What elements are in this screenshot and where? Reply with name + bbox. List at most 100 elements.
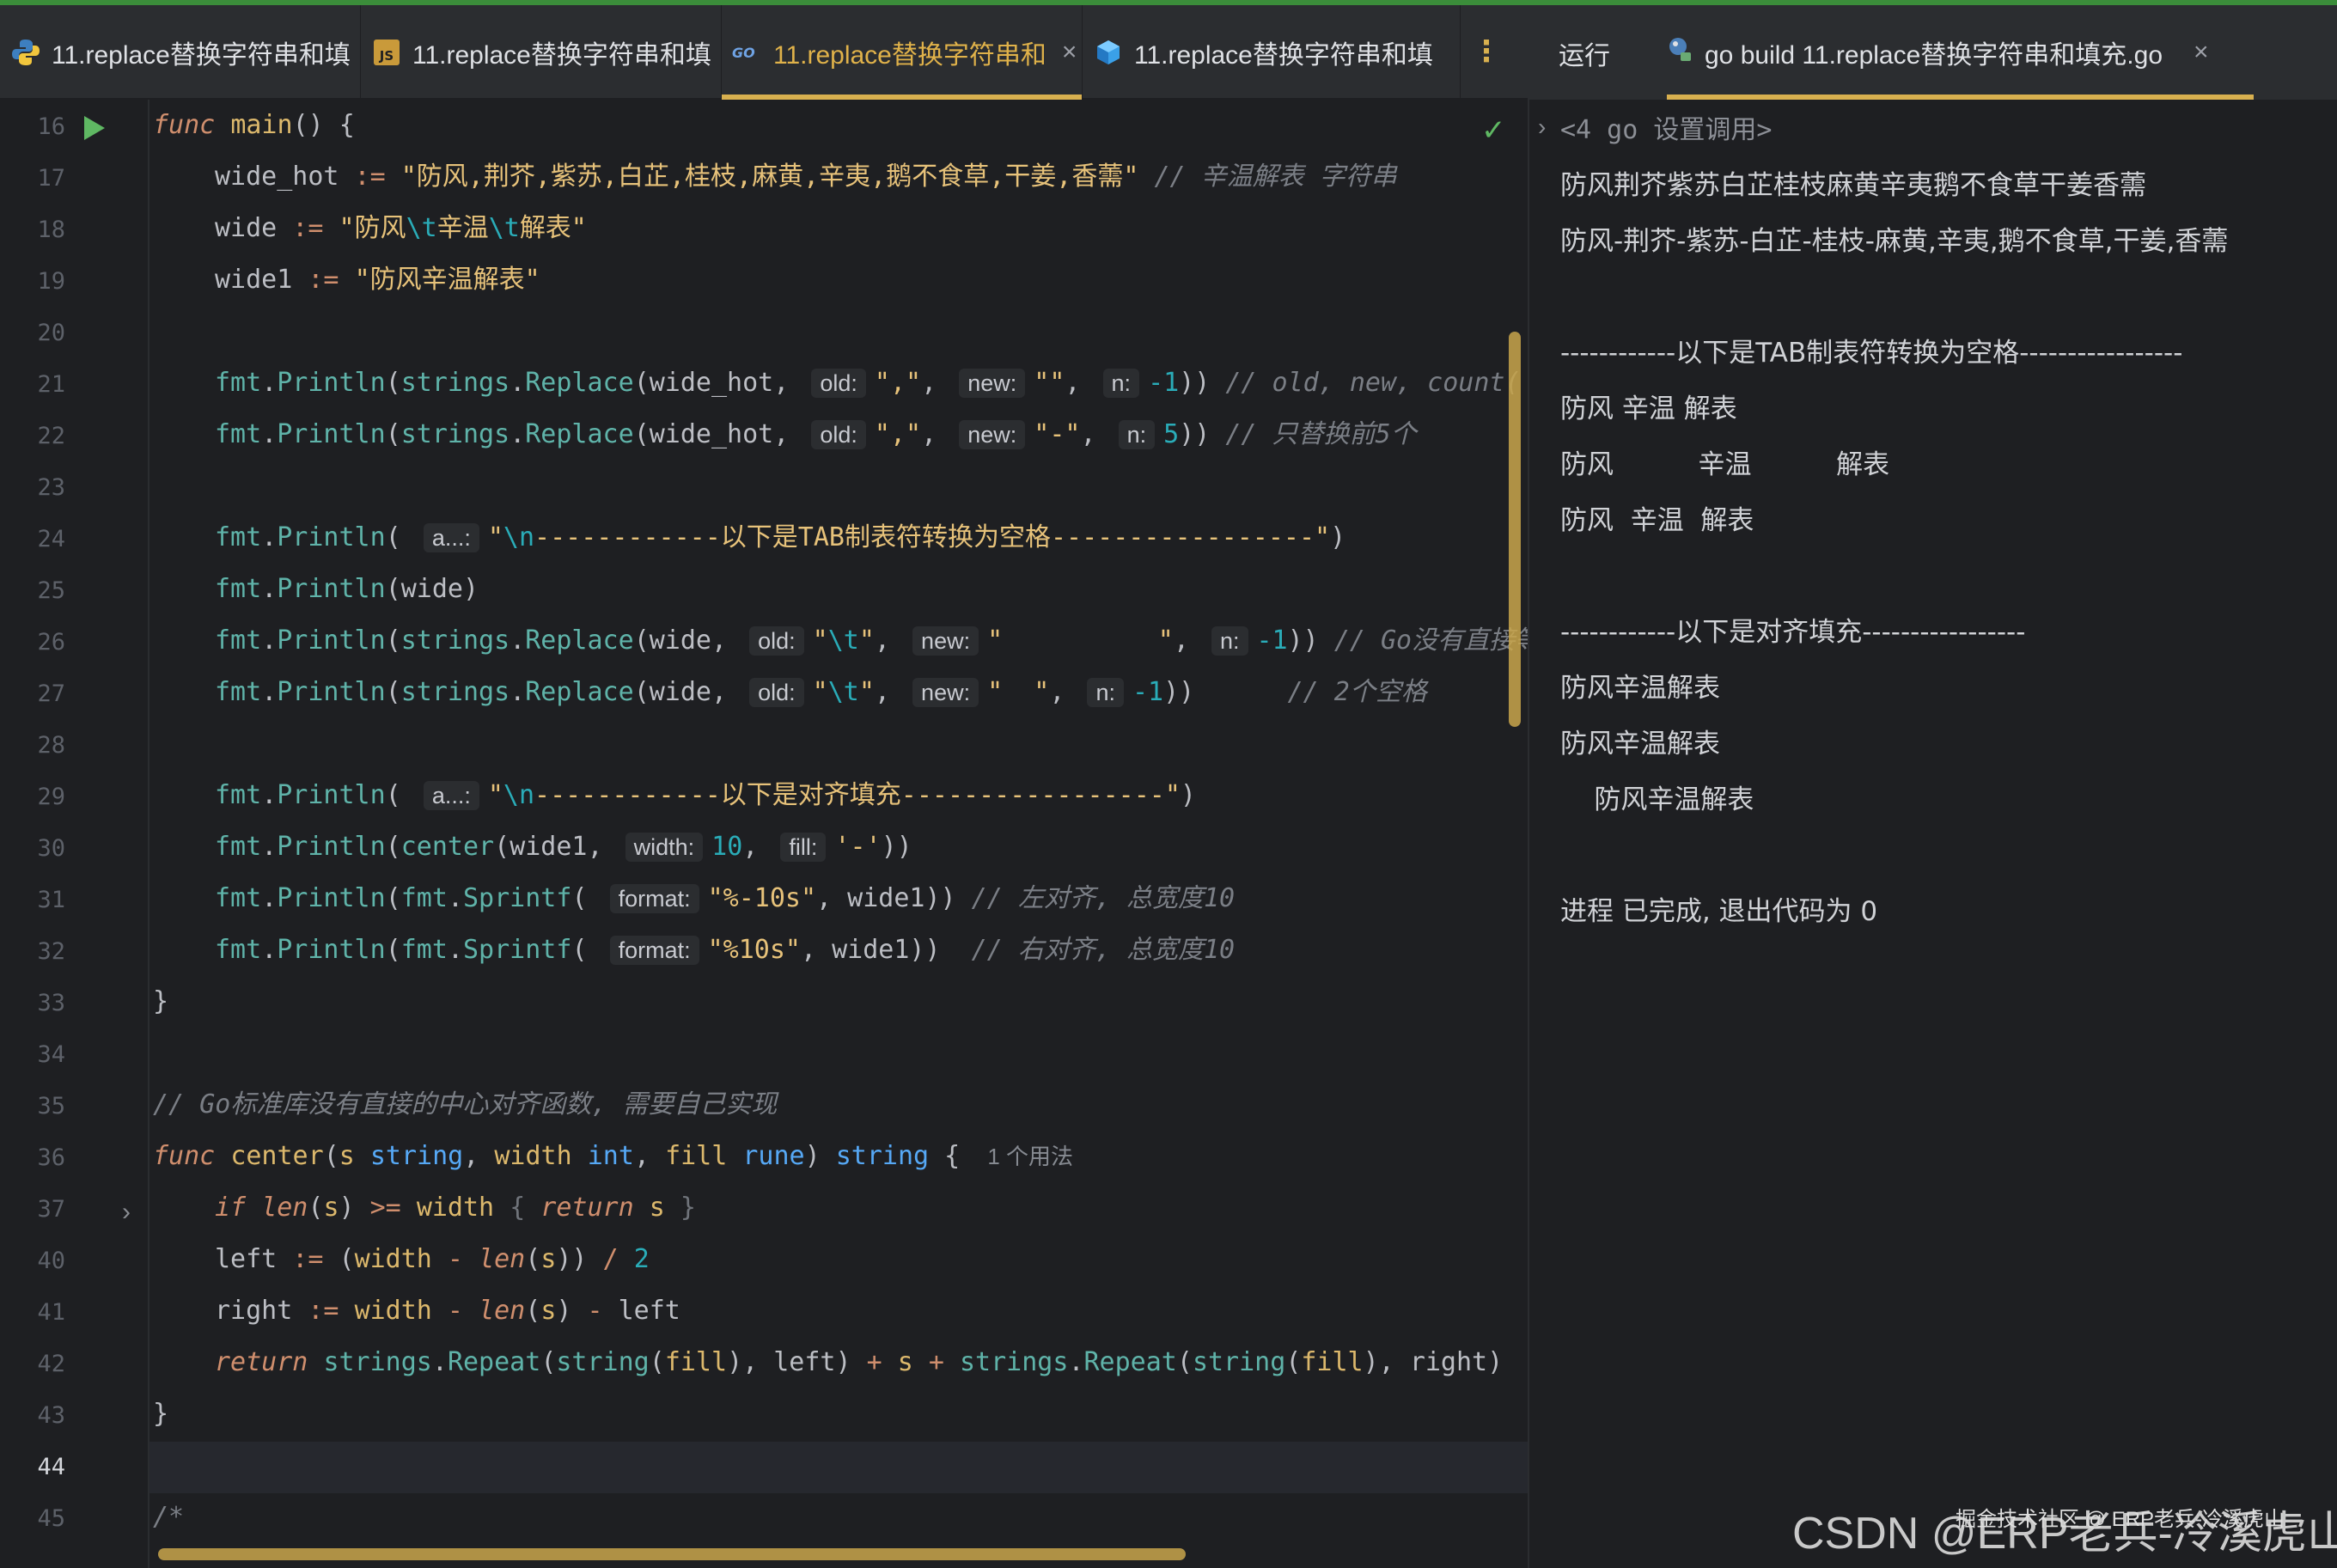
package-fmt: fmt: [215, 883, 262, 913]
package-fmt: fmt: [215, 574, 262, 604]
output-line: 防风-荆芥-紫苏-白芷-桂枝-麻黄,辛夷,鹅不食草,干姜,香薷: [1560, 226, 2229, 257]
arg: wide1: [832, 935, 910, 965]
assign-op: :=: [292, 265, 355, 295]
code-comment: // 左对齐, 总宽度10: [971, 883, 1236, 913]
func-repeat: Repeat: [447, 1347, 541, 1377]
var-name: wide_hot: [215, 162, 339, 192]
string-literal: ",": [874, 368, 922, 398]
func-println: Println: [277, 522, 386, 552]
line-number: 16: [37, 113, 65, 140]
var-name: left: [215, 1244, 278, 1274]
func-repeat: Repeat: [1083, 1347, 1177, 1377]
func-replace: Replace: [525, 625, 634, 656]
run-tab-label: go build 11.replace替换字符串和填充.go: [1705, 41, 2163, 70]
type-name: rune: [742, 1141, 805, 1171]
type-conversion: string: [1192, 1347, 1286, 1377]
code-editor[interactable]: 11.replace替换字符串和填 JS 11.replace替换字符串和填 G…: [0, 5, 1528, 1568]
escape-seq: \t: [406, 213, 437, 243]
javascript-icon: JS: [371, 37, 402, 68]
code-area[interactable]: func main() { wide_hot := "防风,荆芥,紫苏,白芷,桂…: [153, 100, 1528, 1568]
line-number-current: 44: [37, 1454, 65, 1480]
tab-javascript-file[interactable]: JS 11.replace替换字符串和填: [361, 5, 722, 100]
output-line: <4 go 设置调用>: [1560, 115, 1773, 145]
tab-label: 11.replace替换字符串和填: [1134, 41, 1433, 70]
collapse-chevron-icon[interactable]: ›: [1538, 113, 1546, 141]
var-name: left: [618, 1296, 680, 1326]
func-println: Println: [277, 419, 386, 449]
line-number: 36: [37, 1144, 65, 1171]
operator: >=: [354, 1193, 417, 1223]
run-config-tab[interactable]: go build 11.replace替换字符串和填充.go ×: [1667, 5, 2254, 100]
line-number: 22: [37, 423, 65, 449]
close-icon[interactable]: ×: [2194, 38, 2209, 67]
process-exit-message: 进程 已完成, 退出代码为 0: [1560, 896, 1878, 927]
code-line-33: }: [153, 976, 168, 1028]
var-name: s: [649, 1193, 665, 1223]
code-brace: }: [153, 986, 169, 1016]
editor-horizontal-scrollbar[interactable]: [158, 1548, 1186, 1560]
output-line: 防风辛温解表: [1560, 673, 1720, 704]
usages-hint[interactable]: 1 个用法: [987, 1144, 1073, 1169]
code-line-22: fmt.Println(strings.Replace(wide_hot, ol…: [215, 419, 1417, 449]
operator: +: [912, 1347, 960, 1377]
output-line: 防风辛温解表: [1560, 729, 1720, 760]
svg-text:JS: JS: [379, 48, 394, 64]
line-number: 34: [37, 1041, 65, 1068]
var-name: fill: [1301, 1347, 1364, 1377]
code-comment: // Go没有直接等效: [1333, 625, 1528, 656]
fold-chevron-icon[interactable]: ›: [122, 1198, 131, 1227]
line-number: 33: [37, 990, 65, 1016]
string-literal: ": [812, 677, 828, 707]
func-println: Println: [277, 780, 386, 810]
func-println: Println: [277, 677, 386, 707]
code-line-35: // Go标准库没有直接的中心对齐函数, 需要自己实现: [153, 1079, 777, 1131]
tab-label: 11.replace替换字符串和: [773, 41, 1046, 70]
string-literal: 解表": [519, 213, 587, 243]
line-number: 41: [37, 1299, 65, 1326]
output-line: ------------以下是TAB制表符转换为空格--------------…: [1560, 338, 2183, 369]
number-literal: 5: [1163, 419, 1180, 449]
param-hint: new:: [959, 420, 1026, 449]
tab-cube-file[interactable]: 11.replace替换字符串和填: [1083, 5, 1461, 100]
arg: s: [540, 1244, 557, 1274]
func-sprintf: Sprintf: [463, 935, 572, 965]
package-fmt: fmt: [215, 935, 262, 965]
editor-vertical-scrollbar[interactable]: [1509, 332, 1521, 727]
code-line-21: fmt.Println(strings.Replace(wide_hot, ol…: [215, 368, 1521, 398]
keyword-if: if: [215, 1193, 247, 1223]
run-gutter-icon[interactable]: [79, 113, 108, 143]
string-literal: "%10s": [707, 935, 801, 965]
func-replace: Replace: [525, 677, 634, 707]
func-sprintf: Sprintf: [463, 883, 572, 913]
string-literal: 辛温: [436, 213, 489, 243]
param-hint: old:: [811, 420, 866, 449]
juejin-watermark: 掘金技术社区 @ ERP老兵-冷溪虎山: [1956, 1508, 2285, 1531]
package-fmt: fmt: [400, 935, 448, 965]
param-name: width: [494, 1141, 572, 1171]
package-fmt: fmt: [215, 677, 262, 707]
func-println: Println: [277, 832, 386, 862]
param-hint: n:: [1102, 369, 1140, 398]
var-name: width: [354, 1244, 432, 1274]
builtin-len: len: [479, 1244, 526, 1274]
line-number: 35: [37, 1093, 65, 1120]
param-hint: a...:: [423, 781, 479, 810]
package-fmt: fmt: [400, 883, 448, 913]
output-line: 防风 辛温 解表: [1560, 449, 1890, 480]
line-number: 19: [37, 268, 65, 295]
string-literal: ": [858, 677, 875, 707]
output-line: 防风 辛温 解表: [1560, 505, 1754, 536]
type-name: int: [587, 1141, 634, 1171]
param-hint: old:: [749, 626, 804, 656]
operator: -: [431, 1296, 479, 1326]
tab-python-file[interactable]: 11.replace替换字符串和填: [0, 5, 361, 100]
string-literal: ",": [874, 419, 922, 449]
tab-go-file-active[interactable]: GO 11.replace替换字符串和 ×: [722, 5, 1083, 100]
close-icon[interactable]: ×: [1062, 38, 1077, 67]
param-name: fill: [665, 1141, 728, 1171]
tab-more-menu-icon[interactable]: ⋮: [1461, 5, 1512, 98]
line-number: 24: [37, 526, 65, 552]
line-number: 31: [37, 887, 65, 913]
var-name: right: [1409, 1347, 1488, 1377]
code-line-29: fmt.Println( a...: "\n------------以下是对齐填充…: [215, 780, 1196, 810]
